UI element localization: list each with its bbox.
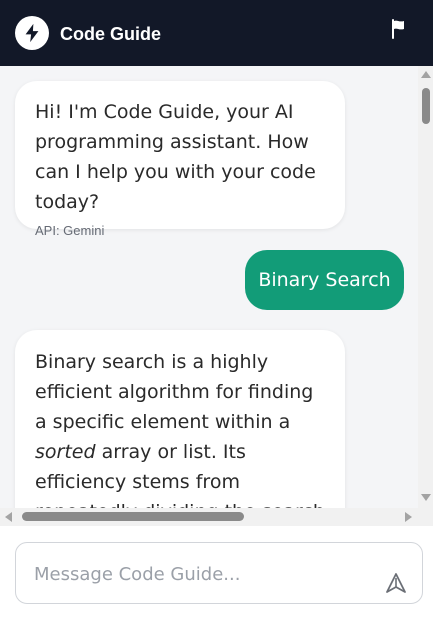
assistant-message: Binary search is a highly efficient algo… [15, 330, 345, 508]
horizontal-scroll-thumb[interactable] [22, 512, 244, 521]
message-input-box[interactable] [15, 542, 423, 604]
message-text-part: Binary search is a highly efficient algo… [35, 351, 314, 433]
horizontal-scrollbar[interactable] [0, 508, 418, 526]
vertical-scrollbar[interactable] [418, 66, 433, 508]
scroll-down-arrow[interactable] [421, 494, 431, 501]
message-emphasis: sorted [35, 441, 96, 463]
scroll-up-arrow[interactable] [421, 71, 431, 78]
message-composer [0, 526, 433, 618]
chat-messages[interactable]: Hi! I'm Code Guide, your AI programming … [0, 66, 418, 508]
send-icon[interactable] [384, 571, 408, 595]
scrollbar-corner [418, 508, 433, 526]
assistant-message: Hi! I'm Code Guide, your AI programming … [15, 81, 345, 238]
vertical-scroll-thumb[interactable] [422, 88, 430, 124]
message-text: Binary search is a highly efficient algo… [35, 347, 325, 508]
scroll-right-arrow[interactable] [405, 512, 412, 522]
app-title: Code Guide [60, 24, 162, 44]
user-message: Binary Search [245, 250, 404, 310]
flag-icon[interactable] [386, 16, 412, 42]
api-label: API: Gemini [35, 223, 105, 238]
message-text: Binary Search [258, 269, 391, 291]
message-text: Hi! I'm Code Guide, your AI programming … [35, 101, 316, 213]
app-header: Code Guide [0, 0, 433, 66]
scroll-left-arrow[interactable] [5, 512, 12, 522]
bolt-icon [15, 16, 49, 50]
message-input[interactable] [32, 555, 366, 593]
